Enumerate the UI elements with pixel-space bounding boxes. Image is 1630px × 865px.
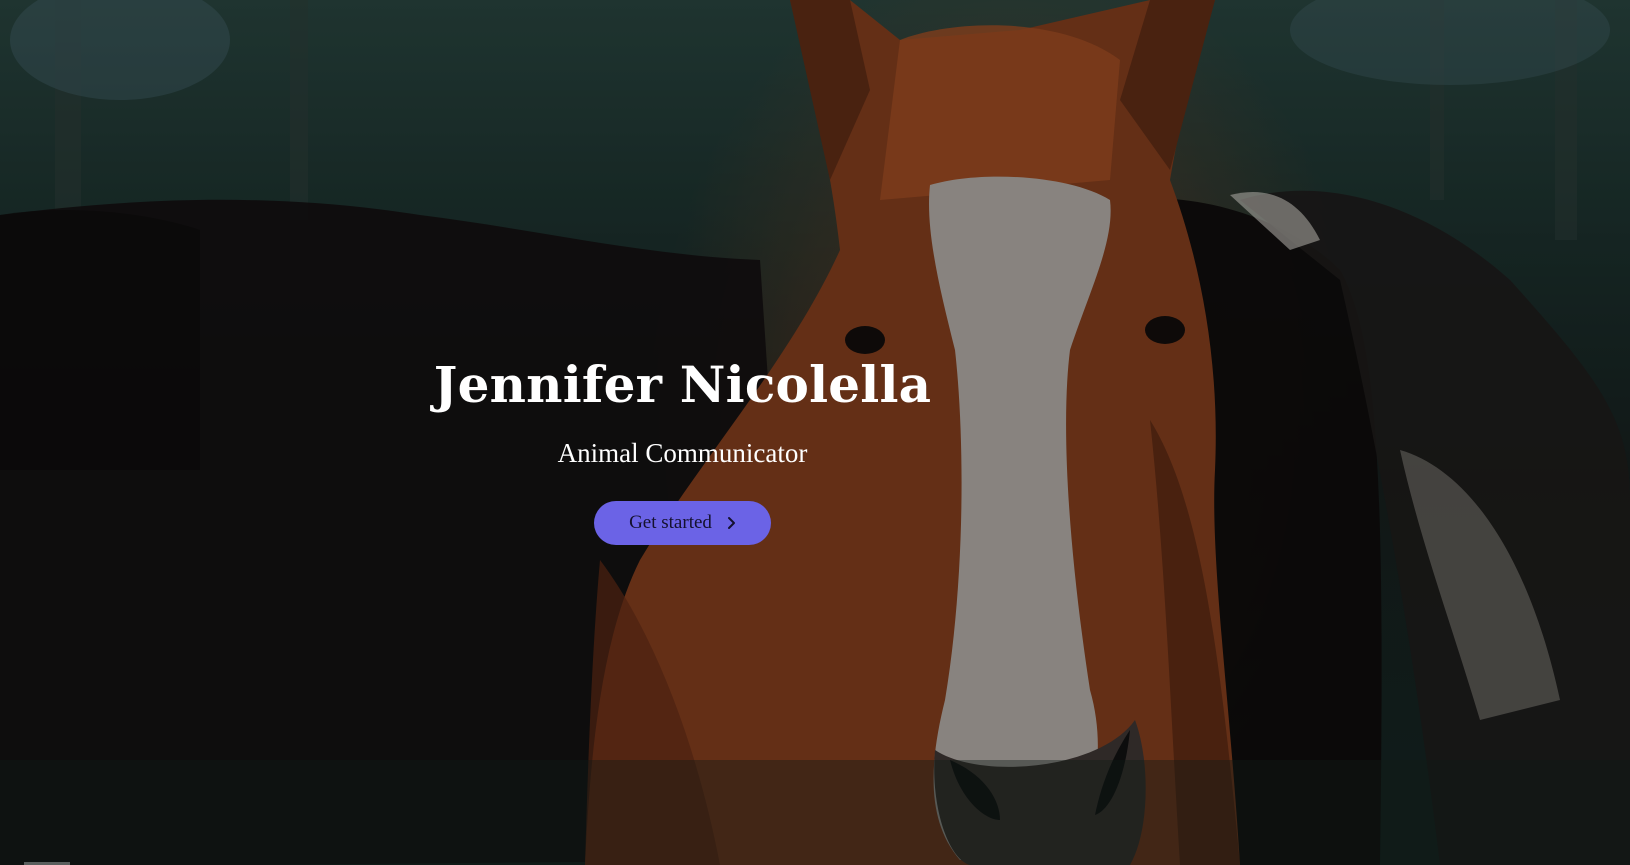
hero-title: Jennifer Nicolella (433, 355, 932, 414)
chevron-right-icon (727, 517, 735, 529)
hero-content: Jennifer Nicolella Animal Communicator G… (400, 355, 965, 545)
hero-subtitle: Animal Communicator (557, 438, 808, 468)
get-started-button[interactable]: Get started (594, 501, 771, 545)
hero-section: Jennifer Nicolella Animal Communicator G… (0, 0, 1630, 865)
get-started-button-label: Get started (629, 512, 712, 533)
